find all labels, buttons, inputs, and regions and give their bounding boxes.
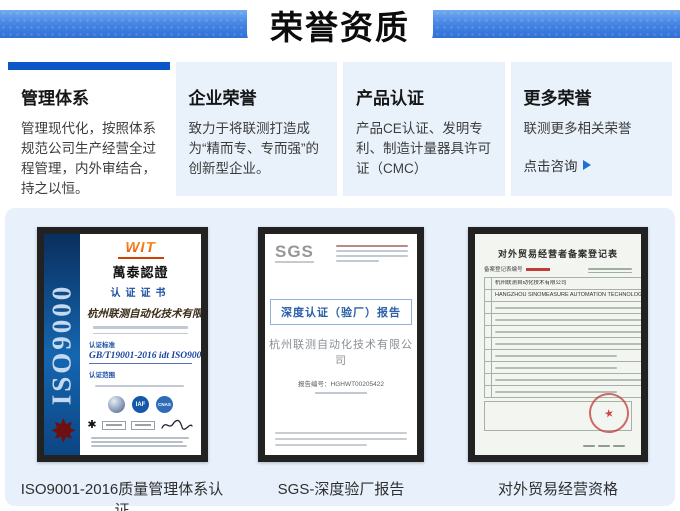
- feature-title: 企业荣誉: [189, 84, 325, 109]
- trade-company-en: HANGZHOU SINOMEASURE AUTOMATION TECHNOLO…: [495, 292, 648, 299]
- reg-number-label: 备案登记表编号: [484, 265, 523, 273]
- certificate-doc-title: 认证证书: [87, 284, 194, 299]
- scope-label: 认证范围: [89, 369, 194, 379]
- sgs-report-number: 报告编号：HGHWT00205422: [265, 378, 417, 388]
- trade-company-cn: 杭州联测自动化技术有限公司: [495, 280, 648, 287]
- feature-tabs: 管理体系 管理现代化，按照体系规范公司生产经营全过程管理，内外审结合，持之以恒。…: [8, 62, 672, 196]
- honors-section: 荣誉资质 管理体系 管理现代化，按照体系规范公司生产经营全过程管理，内外审结合，…: [0, 0, 680, 511]
- certificate-trade-registration[interactable]: 对外贸易经营者备案登记表 备案登记表编号 杭州联测自动化技术有限公司 HANGZ…: [468, 227, 648, 462]
- sgs-logo: SGS: [275, 243, 314, 263]
- iaf-logo: IAF: [132, 396, 149, 413]
- standard-label: 认证标准: [89, 339, 194, 349]
- feature-title: 管理体系: [21, 84, 157, 109]
- stamp-box: [102, 421, 126, 430]
- stamp-box: [131, 421, 155, 430]
- sgs-report-title: 深度认证（验厂）报告: [270, 299, 412, 325]
- caption-sgs: SGS-深度验厂报告: [261, 478, 421, 499]
- fine-print-line: [95, 385, 184, 387]
- certificates-card: ISO9000 ✸ WIT 萬泰認證 认证证书 杭州联测自动化技术有限公司 认证…: [5, 208, 675, 506]
- red-starburst-seal: ✸: [50, 415, 77, 447]
- trade-date-line: [583, 445, 625, 447]
- reg-meta-lines: [588, 268, 632, 273]
- trade-form: 对外贸易经营者备案登记表 备案登记表编号 杭州联测自动化技术有限公司 HANGZ…: [475, 234, 641, 455]
- feature-title: 更多荣誉: [524, 84, 660, 109]
- reg-number-red: [526, 268, 550, 271]
- play-arrow-icon: [583, 160, 591, 170]
- sgs-fine-print: [275, 428, 407, 446]
- seal-star: ★: [603, 406, 615, 421]
- cnas-logo: CNAS: [156, 396, 173, 413]
- iso9000-vertical-text: ISO9000: [47, 284, 78, 406]
- page-title: 荣誉资质: [270, 1, 410, 49]
- sgs-meta-block: [336, 243, 408, 263]
- accreditation-badges: IAF CNAS: [87, 396, 194, 413]
- feature-body: 联测更多相关荣誉: [524, 119, 660, 139]
- signature-scribble: [160, 418, 194, 432]
- feature-body: 管理现代化，按照体系规范公司生产经营全过程管理，内外审结合，持之以恒。: [21, 119, 157, 199]
- feature-title: 产品认证: [356, 84, 492, 109]
- trade-reg-row: 备案登记表编号: [484, 265, 632, 273]
- active-tab-indicator: [8, 62, 170, 70]
- caption-iso: ISO9001-2016质量管理体系认证: [17, 478, 227, 511]
- certificate-sgs[interactable]: SGS 深度认证（验厂）报告 杭州联测自动化技术有限公司 报告编号：HGHWT0…: [258, 227, 424, 462]
- trade-form-title: 对外贸易经营者备案登记表: [484, 247, 632, 260]
- trade-form-table: 杭州联测自动化技术有限公司 HANGZHOU SINOMEASURE AUTOM…: [484, 277, 648, 398]
- consult-link-label: 点击咨询: [524, 155, 578, 175]
- feature-body: 产品CE认证、发明专利、制造计量器具许可证（CMC）: [356, 119, 492, 179]
- iso-cert-body: WIT 萬泰認證 认证证书 杭州联测自动化技术有限公司 认证标准 GB/T190…: [80, 234, 201, 447]
- fine-print-line: [93, 326, 188, 329]
- sgs-header: SGS: [265, 234, 417, 263]
- standard-code: GB/T19001-2016 idt ISO9001:2015: [89, 351, 192, 364]
- fine-print-line: [93, 333, 188, 335]
- tab-enterprise-honor[interactable]: 企业荣誉 致力于将联测打造成为“精而专、专而强”的创新型企业。: [176, 62, 338, 196]
- iso-fine-print: [87, 437, 194, 447]
- certifier-name: 萬泰認證: [87, 262, 194, 281]
- iso-cert-footer-row: ✱: [87, 418, 194, 432]
- wit-logo-underline: [118, 257, 164, 259]
- caption-trade: 对外贸易经营资格: [468, 478, 648, 499]
- header-title-tab: 荣誉资质: [247, 0, 433, 49]
- certified-company-name: 杭州联测自动化技术有限公司: [87, 306, 194, 321]
- tab-management-system[interactable]: 管理体系 管理现代化，按照体系规范公司生产经营全过程管理，内外审结合，持之以恒。: [8, 62, 170, 196]
- certificate-iso9001[interactable]: ISO9000 ✸ WIT 萬泰認證 认证证书 杭州联测自动化技术有限公司 认证…: [37, 227, 208, 462]
- tab-more-honors[interactable]: 更多荣誉 联测更多相关荣誉 点击咨询: [511, 62, 673, 196]
- black-star-seal: ✱: [87, 420, 96, 431]
- sgs-date-line: [315, 392, 367, 394]
- consult-link[interactable]: 点击咨询: [524, 155, 660, 175]
- feature-body: 致力于将联测打造成为“精而专、专而强”的创新型企业。: [189, 119, 325, 179]
- tab-product-certification[interactable]: 产品认证 产品CE认证、发明专利、制造计量器具许可证（CMC）: [343, 62, 505, 196]
- sgs-company-name: 杭州联测自动化技术有限公司: [265, 336, 417, 368]
- wit-logo: WIT: [125, 239, 156, 256]
- globe-logo: [108, 396, 125, 413]
